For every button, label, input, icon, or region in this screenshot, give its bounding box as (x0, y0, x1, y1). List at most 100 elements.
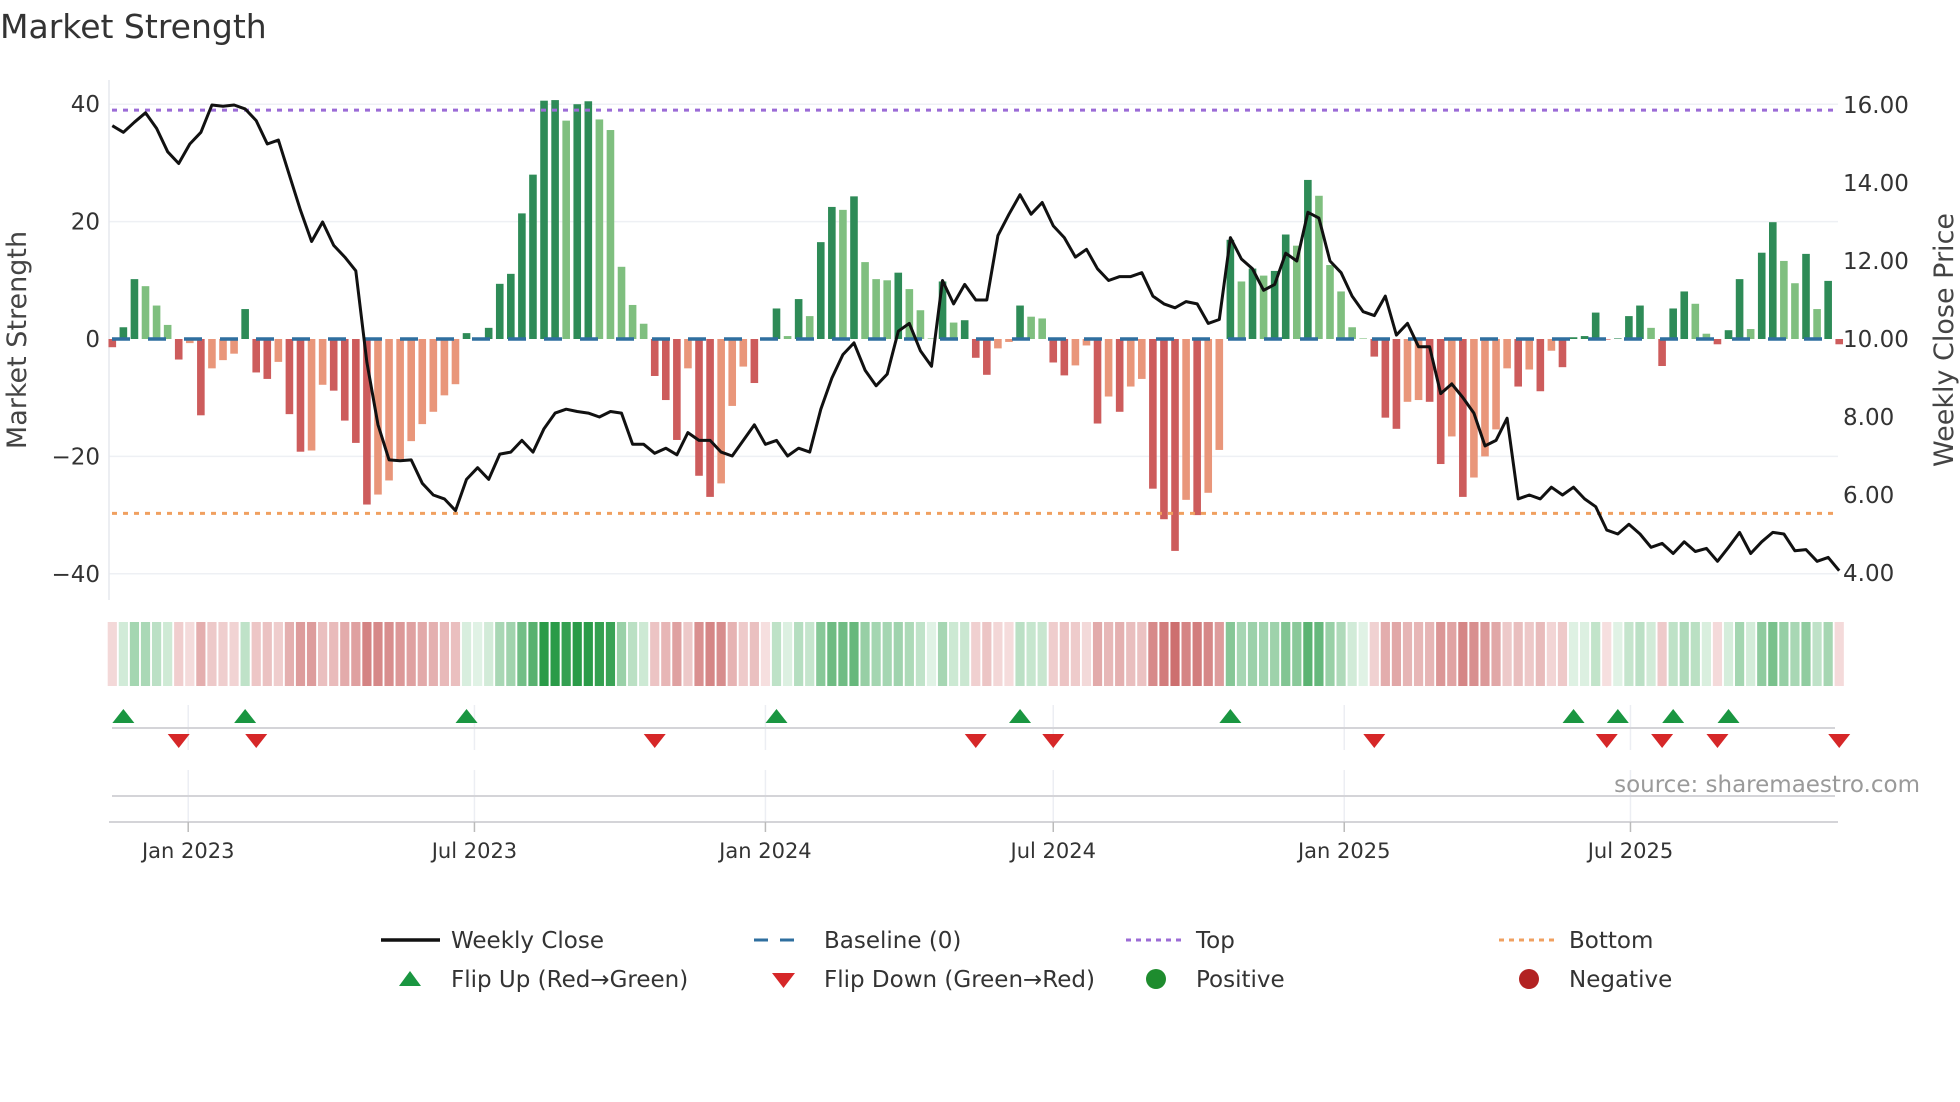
strength-bar (1514, 339, 1522, 387)
heatmap-cell (572, 622, 582, 686)
heatmap-cell (794, 622, 804, 686)
strength-bar (1824, 280, 1832, 339)
strength-bar (1591, 312, 1600, 339)
strength-bar (650, 339, 659, 376)
strength-bar (241, 309, 249, 339)
legend-item-negative[interactable]: Negative (1519, 967, 1672, 993)
strength-bar (1149, 339, 1157, 489)
legend-item-flip-down[interactable]: Flip Down (Green→Red) (772, 967, 1095, 993)
strength-bar (1691, 303, 1700, 339)
heatmap-cell (151, 622, 162, 686)
heatmap-cell (1081, 622, 1092, 686)
heatmap-cell (406, 622, 416, 686)
heatmap-cell (362, 622, 372, 686)
heatmap-cell (1203, 622, 1213, 686)
strength-bar (1115, 339, 1124, 412)
strength-bar (1614, 338, 1622, 339)
strength-bar (529, 174, 537, 339)
heatmap-cell (1004, 622, 1014, 686)
right-tick-label: 12.00 (1843, 249, 1909, 275)
strength-bar (1359, 338, 1368, 339)
heatmap-cell (639, 622, 649, 686)
flip-down-marker (643, 734, 666, 748)
strength-bar (1636, 305, 1644, 339)
left-tick-label: 0 (85, 327, 100, 353)
strength-bar (1370, 339, 1379, 357)
strength-bar (152, 305, 161, 339)
strength-bar (595, 119, 604, 339)
heatmap-cell (1491, 622, 1501, 686)
strength-bar (772, 308, 781, 339)
strength-bar (462, 333, 471, 339)
x-tick-label: Jul 2024 (1009, 839, 1096, 863)
strength-bar (1680, 291, 1689, 339)
heatmap-cell (949, 622, 959, 686)
strength-bar (352, 339, 360, 443)
strength-bar (1658, 339, 1666, 367)
heatmap-cell (528, 622, 538, 686)
legend-item-bottom[interactable]: Bottom (1499, 928, 1653, 954)
heatmap-cell (1480, 622, 1490, 686)
heatmap-cell (484, 622, 494, 686)
legend-item-positive[interactable]: Positive (1146, 967, 1285, 993)
heatmap-cell (882, 622, 892, 686)
flip-down-marker (1706, 734, 1729, 748)
heatmap-cell (539, 622, 549, 686)
heatmap-cell (583, 622, 593, 686)
strength-bar (396, 339, 404, 460)
flip-down-marker (1651, 734, 1674, 748)
legend-item-baseline[interactable]: Baseline (0) (754, 928, 961, 954)
strength-bar (1104, 339, 1113, 397)
heatmap-cell (428, 622, 438, 686)
flip-up-marker (112, 709, 135, 723)
strength-bar (1027, 316, 1035, 339)
strength-bar (1436, 339, 1445, 465)
heatmap-cell (1668, 622, 1678, 686)
strength-bar (971, 339, 980, 358)
legend-item-flip-up[interactable]: Flip Up (Red→Green) (399, 967, 688, 993)
strength-bar (1392, 339, 1401, 429)
legend-label: Flip Up (Red→Green) (451, 967, 688, 993)
heatmap-cell (1380, 622, 1390, 686)
heatmap-cell (716, 622, 726, 686)
reference-lines (112, 108, 1838, 515)
heatmap-cell (461, 622, 472, 686)
strength-bar (1337, 291, 1345, 339)
heatmap-cell (661, 622, 671, 686)
strength-bar (274, 339, 283, 362)
strength-bar (307, 339, 316, 451)
x-axis-ticks: Jan 2023 Jul 2023 Jan 2024 Jul 2024 Jan 2025… (140, 822, 1673, 863)
strength-bar (794, 299, 803, 339)
legend-label: Weekly Close (451, 928, 604, 954)
strength-bar (1558, 339, 1567, 368)
strength-bar (816, 242, 825, 339)
right-tick-label: 6.00 (1843, 483, 1894, 509)
legend: Weekly Close Baseline (0) Top Bottom Fli… (381, 928, 1672, 993)
strength-bar (994, 339, 1002, 349)
left-tick-label: −40 (51, 562, 100, 588)
strength-bar (639, 323, 648, 339)
market-strength-chart: Market Strength 40 20 0 −20 −40 16.00 14.00 12… (0, 7, 1960, 993)
legend-item-top[interactable]: Top (1126, 928, 1235, 954)
strength-bar (252, 339, 261, 373)
heatmap-cell (163, 622, 173, 686)
heatmap-cell (893, 622, 903, 686)
flip-down-marker (1042, 734, 1065, 748)
heatmap-cell (1679, 622, 1689, 686)
legend-label: Positive (1196, 967, 1285, 993)
heatmap-cell (373, 622, 383, 686)
strength-bar (1005, 339, 1013, 342)
flip-up-marker (1562, 709, 1585, 723)
strength-bar (1016, 305, 1024, 339)
heatmap-cell (993, 622, 1003, 686)
legend-item-weekly-close[interactable]: Weekly Close (381, 928, 604, 954)
strength-bar (1536, 339, 1545, 392)
heatmap-cell (550, 622, 560, 686)
heatmap-cell (1712, 622, 1723, 686)
strength-bar (329, 339, 338, 391)
strength-bar (1813, 309, 1821, 339)
strength-bar (174, 339, 183, 360)
heatmap-cell (760, 622, 771, 686)
heatmap-cell (1048, 622, 1058, 686)
heatmap-cell (1757, 622, 1767, 686)
